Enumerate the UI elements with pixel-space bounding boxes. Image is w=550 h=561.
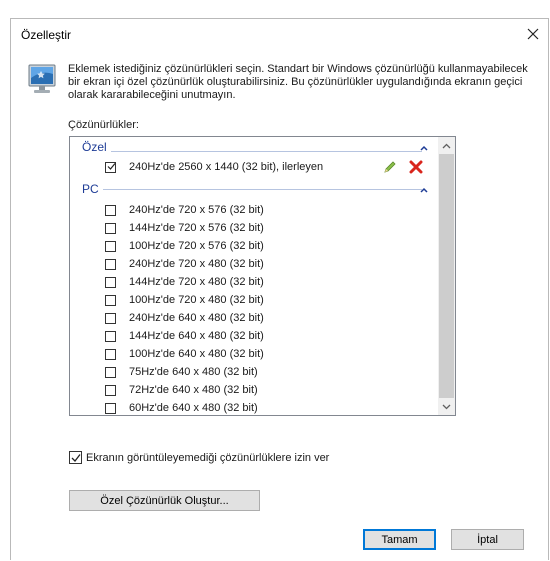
list-item[interactable]: 72Hz'de 640 x 480 (32 bit): [105, 381, 258, 399]
checkmark-icon: [71, 454, 81, 462]
list-item[interactable]: 144Hz'de 720 x 480 (32 bit): [105, 273, 264, 291]
list-item[interactable]: 240Hz'de 640 x 480 (32 bit): [105, 309, 264, 327]
item-label: 75Hz'de 640 x 480 (32 bit): [129, 366, 258, 378]
item-label: 144Hz'de 720 x 480 (32 bit): [129, 276, 264, 288]
close-icon: [527, 28, 539, 40]
item-label: 144Hz'de 720 x 576 (32 bit): [129, 222, 264, 234]
item-checkbox[interactable]: [105, 348, 116, 360]
list-item[interactable]: 240Hz'de 720 x 576 (32 bit): [105, 201, 264, 219]
group-name-custom: Özel: [82, 140, 111, 154]
resolutions-label: Çözünürlükler:: [68, 119, 139, 131]
edit-button[interactable]: [382, 159, 398, 175]
checkmark-icon: [107, 162, 116, 170]
item-checkbox[interactable]: [105, 384, 116, 396]
close-button[interactable]: [518, 19, 548, 49]
scroll-up-icon: [442, 143, 451, 148]
create-custom-resolution-button[interactable]: Özel Çözünürlük Oluştur...: [69, 490, 260, 511]
item-checkbox[interactable]: [105, 366, 116, 378]
scroll-thumb[interactable]: [439, 154, 454, 398]
group-name-pc: PC: [82, 182, 103, 196]
allow-unsupported-row[interactable]: Ekranın görüntüleyemediği çözünürlüklere…: [69, 451, 329, 464]
group-divider-pc: [82, 189, 422, 190]
scroll-down-icon: [442, 404, 451, 409]
item-label: 240Hz'de 640 x 480 (32 bit): [129, 312, 264, 324]
item-checkbox[interactable]: [105, 330, 116, 342]
item-checkbox[interactable]: [105, 402, 116, 414]
group-header-custom[interactable]: Özel: [82, 140, 111, 154]
item-label: 240Hz'de 720 x 576 (32 bit): [129, 204, 264, 216]
item-label: 144Hz'de 640 x 480 (32 bit): [129, 330, 264, 342]
list-item[interactable]: 100Hz'de 720 x 576 (32 bit): [105, 237, 264, 255]
monitor-icon: [28, 64, 56, 93]
title-bar: Özelleştir: [11, 19, 548, 49]
chevron-up-icon: [420, 145, 428, 151]
scroll-down-button[interactable]: [438, 398, 455, 415]
list-item[interactable]: 100Hz'de 720 x 480 (32 bit): [105, 291, 264, 309]
delete-icon: [409, 160, 423, 174]
item-checkbox[interactable]: [105, 294, 116, 306]
collapse-pc-button[interactable]: [418, 184, 430, 196]
item-checkbox[interactable]: [105, 312, 116, 324]
ok-button[interactable]: Tamam: [363, 529, 436, 550]
chevron-up-icon: [420, 187, 428, 193]
list-item[interactable]: 240Hz'de 2560 x 1440 (32 bit), ilerleyen: [105, 158, 323, 176]
item-checkbox[interactable]: [105, 222, 116, 234]
vertical-scrollbar[interactable]: [438, 137, 455, 415]
item-checkbox[interactable]: [105, 240, 116, 252]
item-label: 60Hz'de 640 x 480 (32 bit): [129, 402, 258, 414]
item-label: 100Hz'de 720 x 576 (32 bit): [129, 240, 264, 252]
item-checkbox[interactable]: [105, 276, 116, 288]
group-divider-custom: [82, 151, 422, 152]
item-label: 240Hz'de 2560 x 1440 (32 bit), ilerleyen: [129, 161, 324, 173]
resolutions-listbox[interactable]: Özel 240Hz'de 2560 x 1440 (32 bit), iler…: [69, 136, 456, 416]
item-label: 72Hz'de 640 x 480 (32 bit): [129, 384, 258, 396]
pencil-icon: [384, 161, 396, 173]
list-item[interactable]: 144Hz'de 640 x 480 (32 bit): [105, 327, 264, 345]
allow-unsupported-label: Ekranın görüntüleyemediği çözünürlüklere…: [86, 451, 330, 464]
item-checkbox[interactable]: [105, 161, 116, 173]
delete-button[interactable]: [408, 159, 424, 175]
group-header-pc[interactable]: PC: [82, 182, 103, 196]
list-item[interactable]: 240Hz'de 720 x 480 (32 bit): [105, 255, 264, 273]
item-label: 100Hz'de 720 x 480 (32 bit): [129, 294, 264, 306]
list-item[interactable]: 60Hz'de 640 x 480 (32 bit): [105, 399, 258, 415]
description-text: Eklemek istediğiniz çözünürlükleri seçin…: [68, 63, 528, 101]
window-title: Özelleştir: [21, 28, 72, 42]
cancel-button[interactable]: İptal: [451, 529, 524, 550]
collapse-custom-button[interactable]: [418, 142, 430, 154]
allow-unsupported-checkbox[interactable]: [69, 451, 82, 464]
item-checkbox[interactable]: [105, 204, 116, 216]
item-label: 100Hz'de 640 x 480 (32 bit): [129, 348, 264, 360]
item-label: 240Hz'de 720 x 480 (32 bit): [129, 258, 264, 270]
list-item[interactable]: 75Hz'de 640 x 480 (32 bit): [105, 363, 258, 381]
list-item[interactable]: 144Hz'de 720 x 576 (32 bit): [105, 219, 264, 237]
item-checkbox[interactable]: [105, 258, 116, 270]
scroll-up-button[interactable]: [438, 137, 455, 154]
list-item[interactable]: 100Hz'de 640 x 480 (32 bit): [105, 345, 264, 363]
